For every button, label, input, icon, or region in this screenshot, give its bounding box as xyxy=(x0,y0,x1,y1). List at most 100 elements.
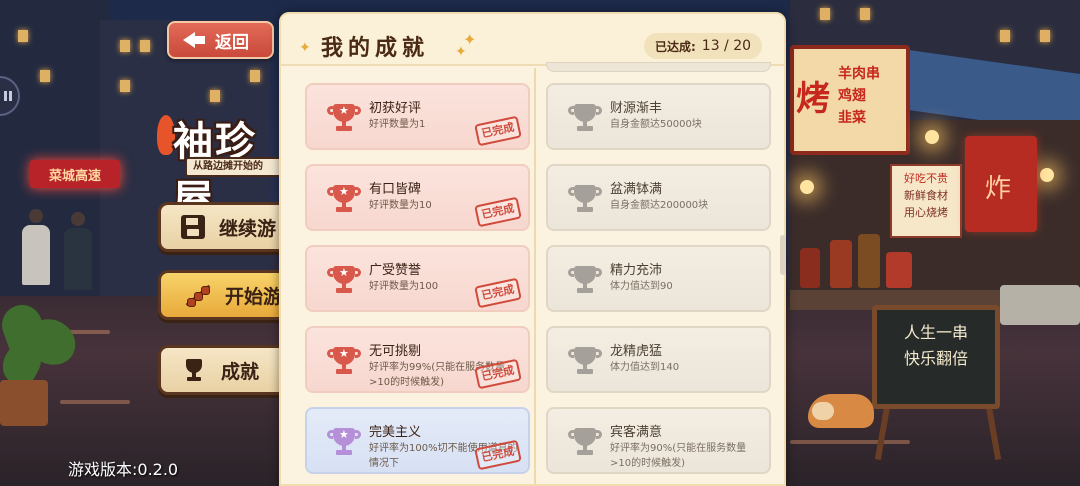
notice-line: 用心烧烤 xyxy=(904,206,948,219)
lit-window xyxy=(250,70,260,82)
street-reflection xyxy=(790,440,910,444)
achievement-desc: 体力值达到140 xyxy=(610,362,680,373)
achievement-title: 精力充沛 xyxy=(610,263,663,278)
achievement-card-locked[interactable]: 盆满钵满 自身金额达200000块 xyxy=(546,164,771,231)
lit-window xyxy=(820,8,830,20)
chalkboard: 人生一串 快乐翻倍 xyxy=(872,305,1000,409)
trophy-icon: ★ xyxy=(327,102,361,134)
achievement-desc: 体力值达到90 xyxy=(610,281,673,292)
lit-window xyxy=(1040,30,1050,42)
achievement-title: 宾客满意 xyxy=(610,425,663,440)
red-banner: 炸 xyxy=(965,136,1037,232)
trophy-icon xyxy=(568,345,602,377)
grill-table xyxy=(1000,285,1080,325)
skewer-icon xyxy=(181,280,211,310)
trophy-icon: ★ xyxy=(327,345,361,377)
achievement-title: 盆满钵满 xyxy=(610,182,663,197)
bbq-item: 羊肉串 xyxy=(838,66,880,82)
arrow-left-icon xyxy=(183,31,205,49)
pedestrian xyxy=(22,209,50,285)
achievements-panel: ✦ 我的成就 ✦ ✦ 已达成: 13 / 20 ★ 初获好评 好评数量为1 已完… xyxy=(279,12,786,486)
achievements-grid[interactable]: ★ 初获好评 好评数量为1 已完成 ★ 有口皆碑 好评数量为10 已完成 ★ 广… xyxy=(281,62,784,484)
hanging-lamp xyxy=(925,130,939,144)
trophy-icon: ★ xyxy=(327,264,361,296)
partial-card-above xyxy=(546,62,771,72)
trophy-icon xyxy=(568,102,602,134)
lit-window xyxy=(40,70,50,82)
sauce-bottle xyxy=(800,248,820,288)
continue-game-button[interactable]: 继续游 xyxy=(158,202,288,252)
achievement-title: 有口皆碑 xyxy=(369,182,422,197)
achievement-card-locked[interactable]: 宾客满意 好评率为90%(只能在服务数量>10的时候触发) xyxy=(546,407,771,474)
achievement-card-locked[interactable]: 龙精虎猛 体力值达到140 xyxy=(546,326,771,393)
achievements-button[interactable]: 成就 xyxy=(158,345,288,395)
achievement-desc: 自身金额达50000块 xyxy=(610,119,702,130)
back-button-label: 返回 xyxy=(215,32,249,53)
lit-window xyxy=(120,80,130,92)
trophy-icon xyxy=(568,264,602,296)
sauce-bottle xyxy=(830,240,852,288)
continue-game-label: 继续游 xyxy=(219,217,277,240)
hanging-lamp xyxy=(1040,168,1054,182)
sauce-bottle xyxy=(858,234,880,288)
achievement-card-completed[interactable]: ★ 初获好评 好评数量为1 已完成 xyxy=(305,83,530,150)
progress-value: 13 / 20 xyxy=(701,38,752,54)
sparkle-icon: ✦ xyxy=(463,30,477,49)
achievement-desc: 自身金额达200000块 xyxy=(610,200,709,211)
trophy-icon xyxy=(568,426,602,458)
start-game-button[interactable]: 开始游 xyxy=(158,270,288,320)
save-icon xyxy=(181,215,205,239)
notice-line: 好吃不贵 xyxy=(904,172,948,185)
lit-window xyxy=(140,40,150,52)
trophy-icon xyxy=(181,357,207,383)
achievement-desc: 好评率为90%(只能在服务数量>10的时候触发) xyxy=(610,443,747,469)
lit-window xyxy=(120,40,130,52)
shop-sign: 菜城高速 xyxy=(30,160,120,188)
game-logo: 袖珍屋 从路边摊开始的 xyxy=(155,95,295,223)
achievement-title: 初获好评 xyxy=(369,101,422,116)
achievements-label: 成就 xyxy=(221,360,260,383)
chalkboard-line: 人生一串 xyxy=(903,323,968,342)
trophy-icon xyxy=(568,183,602,215)
achievement-card-completed[interactable]: ★ 广受赞誉 好评数量为100 已完成 xyxy=(305,245,530,312)
lit-window xyxy=(860,8,870,20)
achievement-title: 财源渐丰 xyxy=(610,101,663,116)
bbq-sign-items: 羊肉串 鸡翅 韭菜 xyxy=(838,63,880,129)
progress-label: 已达成: xyxy=(654,39,696,54)
bbq-item: 鸡翅 xyxy=(838,88,866,104)
trophy-icon: ★ xyxy=(327,426,361,458)
bbq-sign-big-char: 烤 xyxy=(796,79,830,119)
achievement-title: 龙精虎猛 xyxy=(610,344,663,359)
trophy-icon: ★ xyxy=(327,183,361,215)
achievement-card-completed[interactable]: ★ 有口皆碑 好评数量为10 已完成 xyxy=(305,164,530,231)
notice-line: 新鲜食材 xyxy=(904,189,948,202)
notice-sign: 好吃不贵 新鲜食材 用心烧烤 xyxy=(890,164,962,238)
achievement-title: 完美主义 xyxy=(369,425,422,440)
red-banner-char: 炸 xyxy=(985,174,1012,204)
building-left xyxy=(0,0,110,300)
bbq-menu-sign: 烤 羊肉串 鸡翅 韭菜 xyxy=(790,45,910,155)
sleeping-cat xyxy=(808,394,874,428)
panel-header: ✦ 我的成就 ✦ ✦ 已达成: 13 / 20 xyxy=(281,14,784,66)
lit-window xyxy=(1000,30,1010,42)
chalkboard-line: 快乐翻倍 xyxy=(903,349,968,368)
lit-window xyxy=(18,30,28,42)
achievement-card-completed[interactable]: ★ 无可挑剔 好评率为99%(只能在服务数量>10的时候触发) 已完成 xyxy=(305,326,530,393)
game-version: 游戏版本:0.2.0 xyxy=(68,460,179,479)
achievement-card-locked[interactable]: 财源渐丰 自身金额达50000块 xyxy=(546,83,771,150)
bbq-item: 韭菜 xyxy=(838,110,866,126)
plant-pot xyxy=(0,380,48,426)
panel-title: 我的成就 xyxy=(321,36,430,61)
achievement-card-completed-gold[interactable]: ★ 完美主义 好评率为100%切不能使用道具的情况下 已完成 xyxy=(305,407,530,474)
back-button[interactable]: 返回 xyxy=(167,21,274,59)
achievement-card-locked[interactable]: 精力充沛 体力值达到90 xyxy=(546,245,771,312)
achievement-title: 广受赞誉 xyxy=(369,263,422,278)
sparkle-icon: ✦ xyxy=(299,40,311,56)
street-reflection xyxy=(60,400,130,404)
column-divider xyxy=(534,68,536,484)
sauce-jar xyxy=(886,252,912,288)
panel-scrollbar[interactable] xyxy=(780,235,786,275)
hanging-lamp xyxy=(800,180,814,194)
achievement-progress: 已达成: 13 / 20 xyxy=(644,33,762,59)
achievement-title: 无可挑剔 xyxy=(369,344,422,359)
